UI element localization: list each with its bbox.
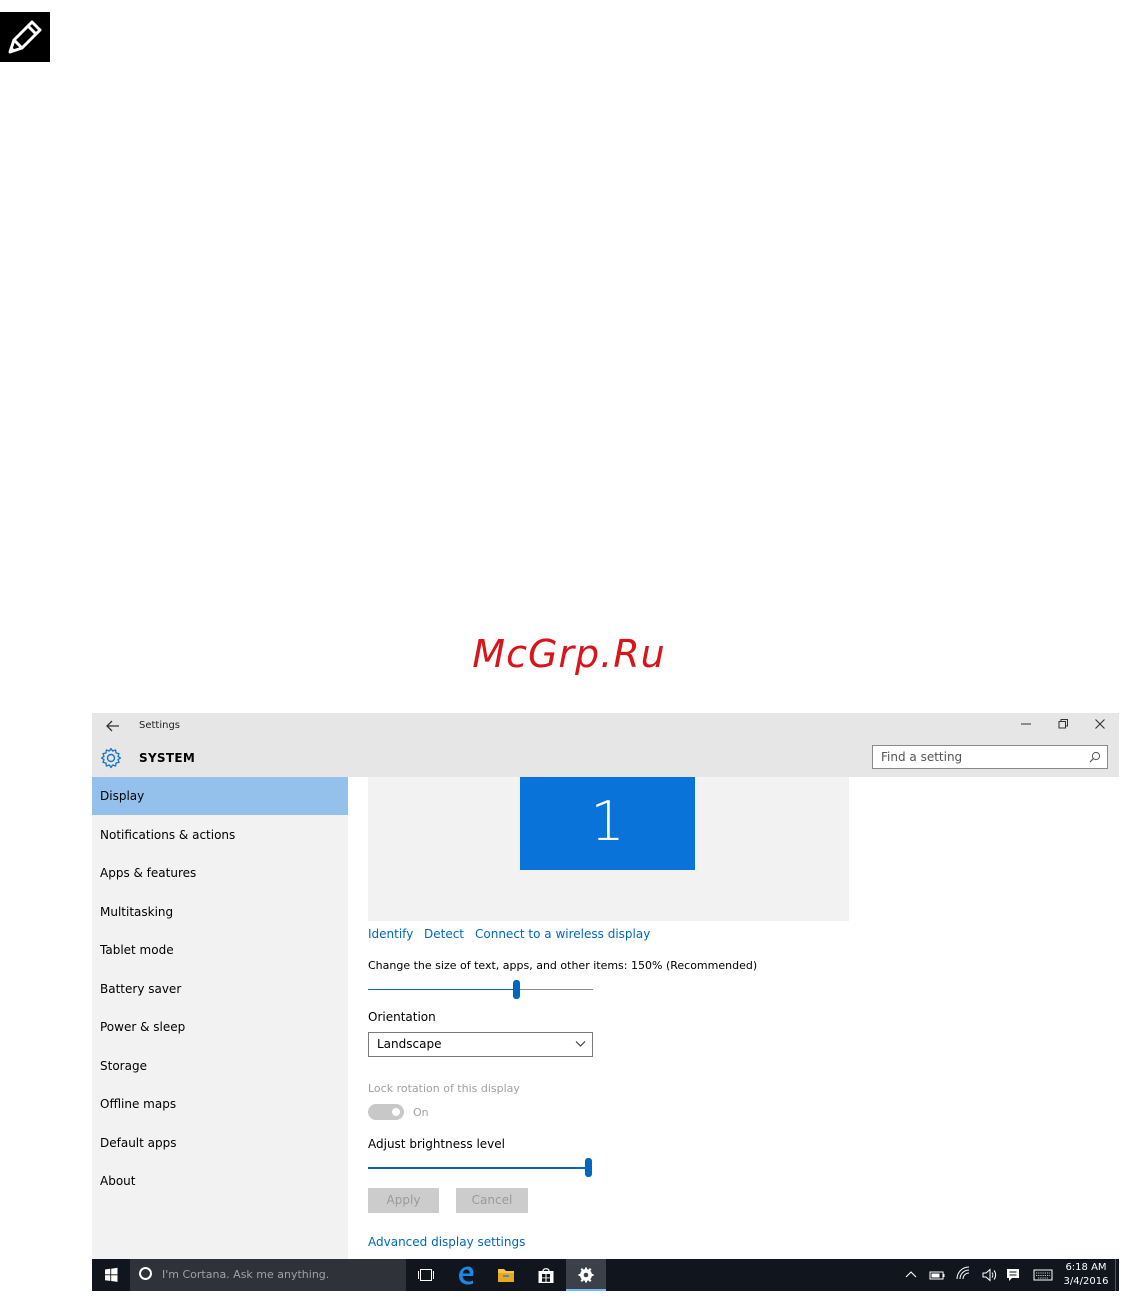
edge-icon <box>459 1266 474 1285</box>
edge-browser-button[interactable] <box>446 1259 486 1291</box>
display-arrangement-area: 1 <box>368 777 849 921</box>
display-settings-pane: 1 Identify Detect Connect to a wireless … <box>348 777 1119 1259</box>
chevron-down-icon <box>575 1041 586 1047</box>
wifi-button[interactable] <box>950 1259 976 1291</box>
battery-icon <box>929 1271 945 1280</box>
store-button[interactable] <box>526 1259 566 1291</box>
monitor-tile[interactable]: 1 <box>520 777 695 870</box>
settings-app-button[interactable] <box>566 1259 606 1291</box>
task-view-icon <box>418 1269 434 1281</box>
minimize-button[interactable] <box>1007 713 1045 739</box>
windows-logo-icon <box>105 1267 118 1282</box>
search-icon <box>1089 751 1101 763</box>
identify-link[interactable]: Identify <box>368 927 413 941</box>
sidebar-item-multitasking[interactable]: Multitasking <box>92 893 348 931</box>
file-explorer-button[interactable] <box>486 1259 526 1291</box>
gear-icon <box>100 747 122 769</box>
clock-time: 6:18 AM <box>1065 1262 1107 1273</box>
chevron-up-icon <box>905 1271 917 1278</box>
scale-slider-fill <box>368 989 517 990</box>
sidebar-item-notifications[interactable]: Notifications & actions <box>92 816 348 854</box>
sidebar-item-about[interactable]: About <box>92 1162 348 1200</box>
store-bag-icon <box>538 1268 554 1283</box>
cortana-icon <box>139 1267 152 1280</box>
active-app-indicator <box>566 1289 606 1291</box>
sidebar-item-default-apps[interactable]: Default apps <box>92 1124 348 1162</box>
brightness-slider-thumb[interactable] <box>585 1158 592 1177</box>
detect-link[interactable]: Detect <box>424 927 464 941</box>
start-button[interactable] <box>92 1259 130 1291</box>
keyboard-icon <box>1033 1269 1053 1281</box>
cancel-button[interactable]: Cancel <box>456 1188 528 1213</box>
restore-icon <box>1058 719 1068 729</box>
orientation-label: Orientation <box>368 1010 436 1024</box>
notification-icon <box>1007 1269 1019 1281</box>
show-desktop-button[interactable] <box>1115 1259 1120 1291</box>
back-arrow-icon <box>106 720 119 732</box>
orientation-selected-value: Landscape <box>377 1037 442 1051</box>
advanced-display-settings-link[interactable]: Advanced display settings <box>368 1235 525 1249</box>
search-box[interactable] <box>872 745 1108 769</box>
close-button[interactable] <box>1081 713 1119 739</box>
volume-button[interactable] <box>976 1259 1002 1291</box>
cortana-search-box[interactable]: I'm Cortana. Ask me anything. <box>130 1259 406 1291</box>
sidebar: Display Notifications & actions Apps & f… <box>92 777 348 1259</box>
wifi-icon <box>956 1266 970 1280</box>
scale-label: Change the size of text, apps, and other… <box>368 959 758 972</box>
sidebar-item-power-sleep[interactable]: Power & sleep <box>92 1008 348 1046</box>
sidebar-item-apps-features[interactable]: Apps & features <box>92 854 348 892</box>
folder-icon <box>498 1269 514 1282</box>
sidebar-item-storage[interactable]: Storage <box>92 1047 348 1085</box>
sidebar-item-tablet-mode[interactable]: Tablet mode <box>92 931 348 969</box>
connect-wireless-display-link[interactable]: Connect to a wireless display <box>475 927 650 941</box>
sidebar-item-display[interactable]: Display <box>92 777 348 815</box>
window-title: Settings <box>139 720 181 731</box>
search-input[interactable] <box>881 749 1081 765</box>
battery-button[interactable] <box>924 1259 950 1291</box>
settings-window: Settings SYSTEM Find a setting Display N… <box>92 713 1119 1259</box>
note-pencil-icon <box>0 12 50 62</box>
lock-rotation-label: Lock rotation of this display <box>368 1082 520 1095</box>
touch-keyboard-button[interactable] <box>1028 1259 1058 1291</box>
cortana-placeholder: I'm Cortana. Ask me anything. <box>162 1268 330 1281</box>
lock-rotation-toggle[interactable] <box>368 1104 404 1120</box>
show-hidden-icons-button[interactable] <box>898 1259 924 1291</box>
brightness-label: Adjust brightness level <box>368 1137 505 1151</box>
clock[interactable]: 6:18 AM 3/4/2016 <box>1058 1259 1114 1291</box>
apply-button[interactable]: Apply <box>368 1188 439 1213</box>
speaker-icon <box>982 1268 997 1282</box>
brightness-slider-track[interactable] <box>368 1167 592 1169</box>
title-bar: Settings SYSTEM <box>92 713 1119 777</box>
section-title: SYSTEM <box>139 751 196 765</box>
restore-button[interactable] <box>1044 713 1082 739</box>
action-center-button[interactable] <box>1000 1259 1026 1291</box>
clock-date: 3/4/2016 <box>1063 1276 1109 1287</box>
close-icon <box>1095 719 1105 729</box>
sidebar-item-offline-maps[interactable]: Offline maps <box>92 1085 348 1123</box>
taskbar: I'm Cortana. Ask me anything. 6:18 AM 3/… <box>92 1259 1119 1291</box>
lock-rotation-state: On <box>413 1106 429 1119</box>
toggle-knob <box>392 1108 400 1116</box>
back-button[interactable] <box>102 717 124 739</box>
minimize-icon <box>1021 723 1031 725</box>
watermark-text: McGrp.Ru <box>472 632 666 676</box>
settings-gear-icon <box>578 1267 594 1283</box>
orientation-dropdown[interactable]: Landscape <box>368 1032 593 1057</box>
task-view-button[interactable] <box>406 1259 446 1291</box>
scale-slider-thumb[interactable] <box>513 980 520 999</box>
sidebar-item-battery-saver[interactable]: Battery saver <box>92 970 348 1008</box>
